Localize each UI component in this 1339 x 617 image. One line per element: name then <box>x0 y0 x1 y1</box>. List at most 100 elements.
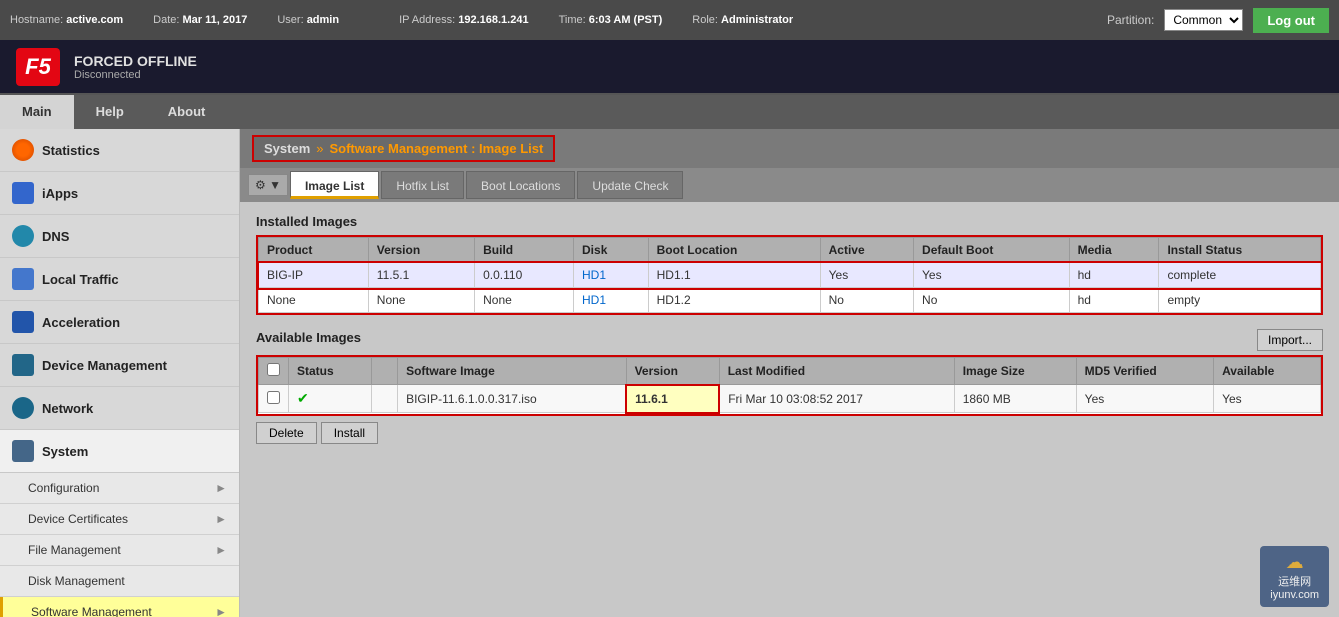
system-info: Hostname: active.com Date: Mar 11, 2017 … <box>10 14 793 26</box>
sidebar-item-network[interactable]: Network <box>0 387 239 430</box>
cell-last-modified: Fri Mar 10 03:08:52 2017 <box>719 385 954 413</box>
col-md5: MD5 Verified <box>1076 358 1213 385</box>
select-all-checkbox[interactable] <box>267 363 280 376</box>
install-button[interactable]: Install <box>321 422 378 444</box>
breadcrumb-system: System <box>264 141 310 156</box>
sidebar-label-statistics: Statistics <box>42 143 100 158</box>
system-icon <box>12 440 34 462</box>
sidebar-item-system[interactable]: System <box>0 430 239 473</box>
logo-bar: F5 FORCED OFFLINE Disconnected <box>0 40 1339 95</box>
main-layout: Statistics iApps DNS Local Traffic Accel… <box>0 129 1339 617</box>
device-name: FORCED OFFLINE <box>74 53 197 69</box>
device-status: FORCED OFFLINE Disconnected <box>74 53 197 81</box>
nav-tab-main[interactable]: Main <box>0 95 74 129</box>
sidebar-item-dns[interactable]: DNS <box>0 215 239 258</box>
action-buttons: Delete Install <box>256 422 1323 444</box>
breadcrumb-separator: » <box>316 141 323 156</box>
cell-version: 11.5.1 <box>368 263 474 288</box>
cell-version: None <box>368 288 474 313</box>
table-row: None None None HD1 HD1.2 No No hd empty <box>259 288 1321 313</box>
col-last-modified: Last Modified <box>719 358 954 385</box>
role-info: Role: Administrator <box>692 14 793 26</box>
sidebar-sub-configuration[interactable]: Configuration ► <box>0 473 239 504</box>
sidebar-sub-label-configuration: Configuration <box>28 481 99 495</box>
sidebar-item-device-management[interactable]: Device Management <box>0 344 239 387</box>
watermark-box: ☁ 运维网 iyunv.com <box>1260 546 1329 607</box>
nav-tab-help[interactable]: Help <box>74 95 146 129</box>
cell-checkbox[interactable] <box>259 385 289 413</box>
cell-active: Yes <box>820 263 913 288</box>
breadcrumb-current: Software Management : Image List <box>329 141 543 156</box>
cell-disk[interactable]: HD1 <box>574 288 649 313</box>
sidebar-label-device-management: Device Management <box>42 358 167 373</box>
tab-image-list[interactable]: Image List <box>290 171 379 199</box>
table-row: ✔ BIGIP-11.6.1.0.0.317.iso 11.6.1 Fri Ma… <box>259 385 1321 413</box>
ip-info: IP Address: 192.168.1.241 <box>399 14 528 26</box>
sidebar-sub-software-management[interactable]: Software Management ► <box>0 597 239 617</box>
sidebar-sub-label-software-management: Software Management <box>31 605 152 617</box>
available-images-table: Status Software Image Version Last Modif… <box>258 357 1321 414</box>
installed-images-table-wrapper: Product Version Build Disk Boot Location… <box>256 235 1323 315</box>
nav-tabs: Main Help About <box>0 95 1339 129</box>
gear-button[interactable]: ⚙ ▼ <box>248 174 288 196</box>
col-version: Version <box>626 358 719 385</box>
sidebar-sub-label-disk-management: Disk Management <box>28 574 125 588</box>
disk-link[interactable]: HD1 <box>582 293 606 307</box>
sidebar-sub-label-file-management: File Management <box>28 543 121 557</box>
cell-product: None <box>259 288 369 313</box>
watermark-line2: iyunv.com <box>1270 589 1319 601</box>
tab-hotfix-list[interactable]: Hotfix List <box>381 171 464 199</box>
sidebar-item-acceleration[interactable]: Acceleration <box>0 301 239 344</box>
cell-default-boot: No <box>914 288 1070 313</box>
sidebar-sub-disk-management[interactable]: Disk Management <box>0 566 239 597</box>
cell-active: No <box>820 288 913 313</box>
breadcrumb: System » Software Management : Image Lis… <box>252 135 555 162</box>
installed-images-table: Product Version Build Disk Boot Location… <box>258 237 1321 313</box>
row-checkbox[interactable] <box>267 391 280 404</box>
sidebar-item-statistics[interactable]: Statistics <box>0 129 239 172</box>
network-icon <box>12 397 34 419</box>
cell-sort <box>371 385 397 413</box>
disk-link[interactable]: HD1 <box>582 268 606 282</box>
cell-disk[interactable]: HD1 <box>574 263 649 288</box>
chevron-right-icon: ► <box>215 512 227 526</box>
cell-install-status: complete <box>1159 263 1321 288</box>
import-button[interactable]: Import... <box>1257 329 1323 351</box>
cell-md5: Yes <box>1076 385 1213 413</box>
col-media: Media <box>1069 238 1159 263</box>
logout-button[interactable]: Log out <box>1253 8 1329 33</box>
col-software-image: Software Image <box>398 358 626 385</box>
installed-table-header: Product Version Build Disk Boot Location… <box>259 238 1321 263</box>
inner-content: Installed Images Product Version Build D… <box>240 202 1339 456</box>
col-active: Active <box>820 238 913 263</box>
sidebar-sub-device-certificates[interactable]: Device Certificates ► <box>0 504 239 535</box>
stats-icon <box>12 139 34 161</box>
col-status: Status <box>289 358 372 385</box>
content-area: System » Software Management : Image Lis… <box>240 129 1339 617</box>
col-boot-location: Boot Location <box>648 238 820 263</box>
nav-tab-about[interactable]: About <box>146 95 228 129</box>
cell-boot-location: HD1.1 <box>648 263 820 288</box>
content-tabs: ⚙ ▼ Image List Hotfix List Boot Location… <box>240 168 1339 202</box>
installed-images-title: Installed Images <box>256 214 1323 229</box>
tab-boot-locations[interactable]: Boot Locations <box>466 171 575 199</box>
date-info: Date: Mar 11, 2017 <box>153 14 247 26</box>
sidebar-sub-menu: Configuration ► Device Certificates ► Fi… <box>0 473 239 617</box>
sidebar-label-local-traffic: Local Traffic <box>42 272 119 287</box>
local-traffic-icon <box>12 268 34 290</box>
sidebar-sub-file-management[interactable]: File Management ► <box>0 535 239 566</box>
cell-install-status: empty <box>1159 288 1321 313</box>
col-sort <box>371 358 397 385</box>
delete-button[interactable]: Delete <box>256 422 317 444</box>
col-available: Available <box>1214 358 1321 385</box>
tab-update-check[interactable]: Update Check <box>577 171 683 199</box>
iapps-icon <box>12 182 34 204</box>
sidebar-item-local-traffic[interactable]: Local Traffic <box>0 258 239 301</box>
sidebar-label-iapps: iApps <box>42 186 78 201</box>
partition-select[interactable]: Common <box>1164 9 1243 31</box>
cloud-icon: ☁ <box>1270 552 1319 573</box>
sidebar-label-acceleration: Acceleration <box>42 315 120 330</box>
table-row: BIG-IP 11.5.1 0.0.110 HD1 HD1.1 Yes Yes … <box>259 263 1321 288</box>
connection-status: Disconnected <box>74 69 141 81</box>
sidebar-item-iapps[interactable]: iApps <box>0 172 239 215</box>
